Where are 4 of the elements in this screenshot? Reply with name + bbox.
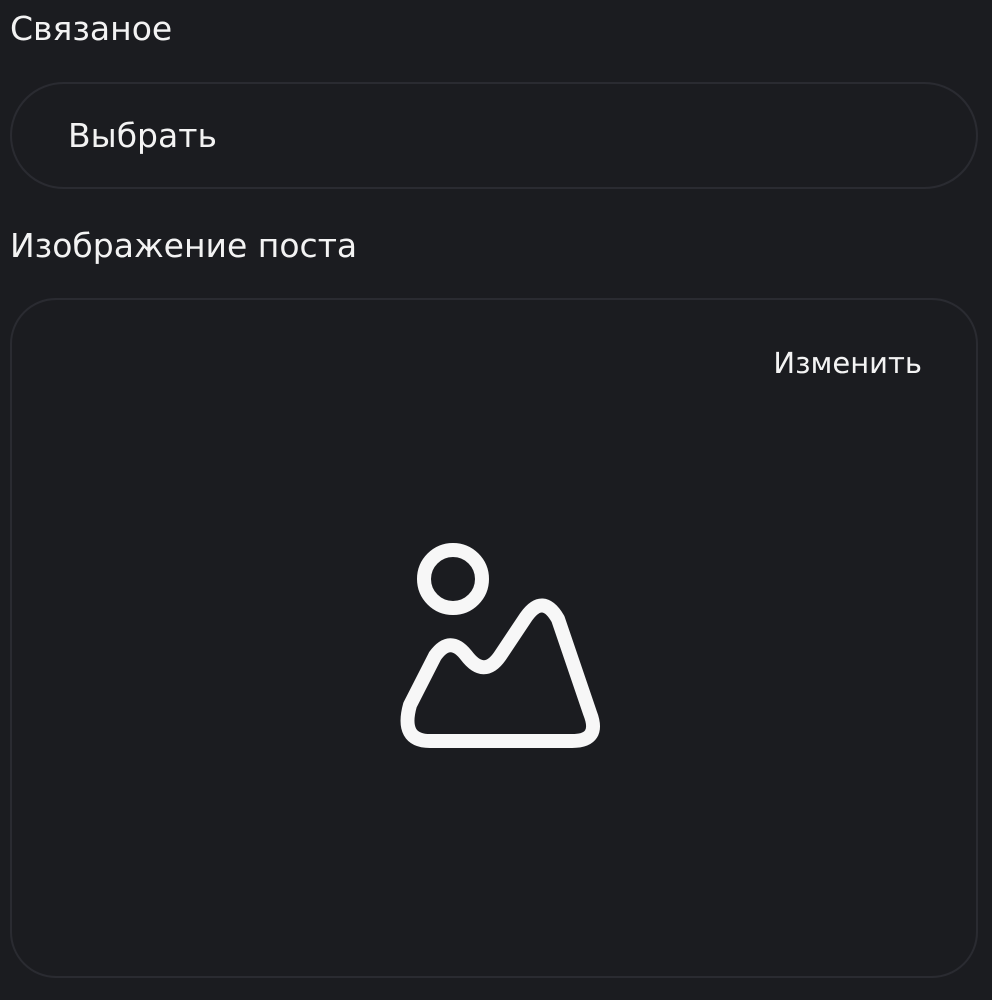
change-button[interactable]: Изменить (773, 344, 922, 382)
field-label: Связаное (10, 9, 172, 49)
field-label: Изображение поста (10, 226, 358, 266)
select-button[interactable]: Выбрать (10, 82, 978, 189)
